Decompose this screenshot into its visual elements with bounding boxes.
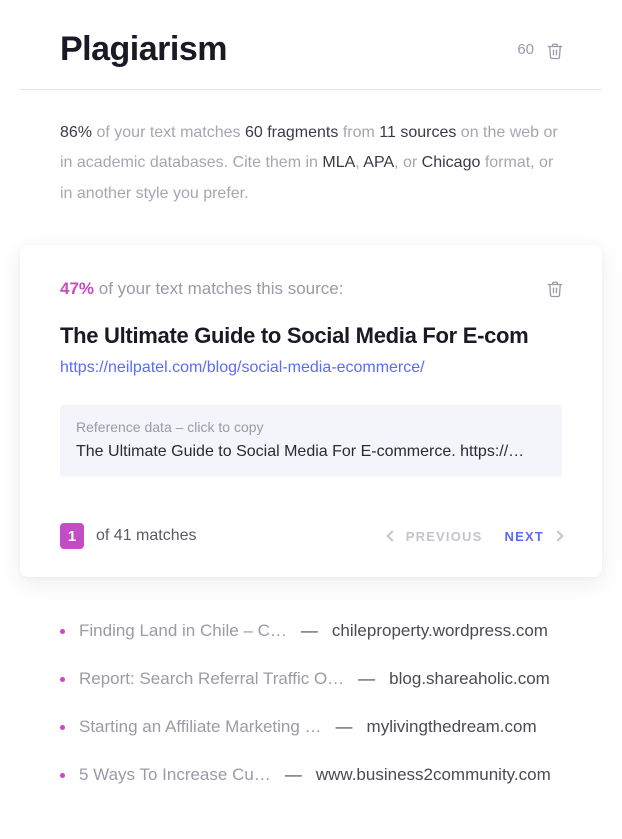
list-item[interactable]: Starting an Affiliate Marketing … — myli… [60,703,562,751]
header: Plagiarism 60 [20,30,602,90]
match-line: 47% of your text matches this source: [60,279,343,299]
list-item[interactable]: Report: Search Referral Traffic O… — blo… [60,655,562,703]
fragments-count: 60 [517,41,534,58]
list-item-domain: blog.shareaholic.com [389,669,550,689]
summary-fragments: 60 fragments [245,124,338,141]
summary-percent: 86% [60,124,92,141]
list-item-domain: chileproperty.wordpress.com [332,621,548,641]
list-item-domain: mylivingthedream.com [367,717,537,737]
chevron-left-icon [386,531,397,542]
list-item[interactable]: 5 Ways To Increase Cu… — www.business2co… [60,751,562,799]
list-item-title: Finding Land in Chile – C… [79,621,287,641]
bullet-icon [60,629,65,634]
list-item[interactable]: Finding Land in Chile – C… — chileproper… [60,607,562,655]
reference-label: Reference data – click to copy [76,419,546,435]
match-navigation: 1 of 41 matches PREVIOUS NEXT [60,523,562,549]
format-chicago[interactable]: Chicago [422,154,481,171]
list-item-title: Starting an Affiliate Marketing … [79,717,322,737]
match-percent: 47% [60,279,94,298]
list-item-domain: www.business2community.com [316,765,551,785]
top-source-card: 47% of your text matches this source: Th… [20,245,602,577]
list-item-title: 5 Ways To Increase Cu… [79,765,271,785]
bullet-icon [60,725,65,730]
source-title: The Ultimate Guide to Social Media For E… [60,323,562,349]
reference-text: The Ultimate Guide to Social Media For E… [76,443,546,461]
summary-text: 86% of your text matches 60 fragments fr… [20,118,602,209]
previous-button[interactable]: PREVIOUS [388,529,483,544]
trash-icon[interactable] [546,41,562,59]
chevron-right-icon [552,531,563,542]
trash-icon[interactable] [546,279,562,297]
other-sources-list: Finding Land in Chile – C… — chileproper… [20,607,602,799]
bullet-icon [60,677,65,682]
format-apa[interactable]: APA [363,154,394,171]
page-title: Plagiarism [60,30,227,69]
matches-total: of 41 matches [96,527,197,545]
reference-copy-box[interactable]: Reference data – click to copy The Ultim… [60,405,562,477]
list-item-title: Report: Search Referral Traffic O… [79,669,344,689]
header-actions: 60 [517,41,562,59]
format-mla[interactable]: MLA [322,154,355,171]
bullet-icon [60,773,65,778]
summary-sources: 11 sources [379,124,456,141]
source-url-link[interactable]: https://neilpatel.com/blog/social-media-… [60,359,562,377]
next-button[interactable]: NEXT [505,529,562,544]
current-match-badge: 1 [60,523,84,549]
